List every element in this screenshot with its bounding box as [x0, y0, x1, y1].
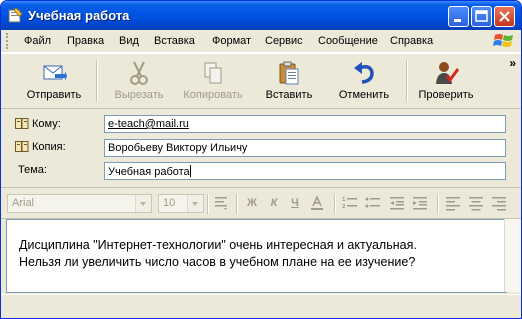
- italic-button[interactable]: К: [265, 195, 283, 211]
- window-title: Учебная работа: [28, 8, 130, 23]
- copy-button[interactable]: Копировать: [177, 58, 249, 104]
- address-book-icon: [15, 141, 29, 152]
- paste-button[interactable]: Вставить: [259, 58, 319, 104]
- decrease-indent-icon[interactable]: [388, 195, 406, 211]
- undo-icon: [354, 62, 374, 84]
- windows-logo-icon: [493, 34, 513, 47]
- menu-help[interactable]: Справка: [390, 35, 433, 47]
- toolbar-separator: [96, 60, 98, 102]
- align-right-icon[interactable]: [490, 195, 508, 211]
- numbered-list-icon[interactable]: 1 2: [341, 195, 359, 211]
- align-left-icon[interactable]: [444, 195, 462, 211]
- menu-format[interactable]: Формат: [212, 35, 251, 47]
- message-body[interactable]: Дисциплина "Интернет-технологии" очень и…: [6, 219, 507, 293]
- menu-tools[interactable]: Сервис: [265, 35, 303, 47]
- font-color-icon[interactable]: [308, 195, 326, 211]
- chevron-down-icon: [135, 195, 151, 212]
- address-book-icon: [15, 118, 29, 129]
- text-caret: [189, 165, 191, 177]
- subject-field[interactable]: Учебная работа: [104, 162, 506, 180]
- paragraph-style-icon[interactable]: [212, 195, 230, 211]
- format-separator: [437, 194, 439, 214]
- to-label-button[interactable]: Кому:: [15, 118, 61, 130]
- format-separator: [207, 194, 209, 214]
- bulleted-list-icon[interactable]: [364, 195, 382, 211]
- font-family-select[interactable]: Arial: [7, 194, 152, 213]
- menu-view[interactable]: Вид: [119, 35, 139, 47]
- toolbar-separator: [406, 60, 408, 102]
- minimize-button[interactable]: [448, 6, 469, 27]
- message-line-1: Дисциплина "Интернет-технологии" очень и…: [19, 238, 417, 252]
- spellcheck-button[interactable]: Проверить: [413, 58, 479, 104]
- align-center-icon[interactable]: [467, 195, 485, 211]
- close-button[interactable]: [494, 6, 515, 27]
- title-bar[interactable]: Учебная работа: [1, 1, 521, 30]
- spellcheck-icon: [436, 62, 459, 84]
- send-button[interactable]: Отправить: [19, 58, 89, 104]
- menu-edit[interactable]: Правка: [67, 35, 104, 47]
- paste-icon: [279, 61, 299, 85]
- message-body-text: Дисциплина "Интернет-технологии" очень и…: [19, 237, 417, 271]
- font-size-select[interactable]: 10: [158, 194, 204, 213]
- menu-insert[interactable]: Вставка: [154, 35, 195, 47]
- status-bar: [1, 294, 521, 318]
- send-icon: [43, 65, 67, 81]
- format-separator: [236, 194, 238, 214]
- underline-button[interactable]: Ч: [286, 195, 304, 211]
- main-toolbar: Отправить Вырезать Копировать Вставить О…: [1, 53, 521, 109]
- message-window: Учебная работа Файл Правка Вид Вставка Ф…: [0, 0, 522, 319]
- scissors-icon: [130, 61, 148, 85]
- menu-bar: Файл Правка Вид Вставка Формат Сервис Со…: [1, 30, 521, 53]
- close-icon: [499, 11, 510, 22]
- vertical-scrollbar[interactable]: [504, 219, 521, 292]
- to-field[interactable]: e-teach@mail.ru: [104, 115, 506, 133]
- chevron-down-icon: [187, 195, 203, 212]
- format-separator: [334, 194, 336, 214]
- cut-button[interactable]: Вырезать: [104, 58, 174, 104]
- copy-icon: [204, 62, 222, 84]
- minimize-icon: [454, 19, 461, 22]
- maximize-icon: [475, 10, 488, 22]
- increase-indent-icon[interactable]: [411, 195, 429, 211]
- subject-label: Тема:: [18, 164, 47, 176]
- menu-grip[interactable]: [6, 33, 11, 49]
- svg-text:1: 1: [342, 197, 346, 203]
- app-compose-icon: [8, 7, 23, 23]
- message-headers: Кому: e-teach@mail.ru Копия: Воробьеву В…: [1, 109, 521, 186]
- svg-text:2: 2: [342, 204, 346, 210]
- toolbar-overflow-chevron[interactable]: »: [509, 56, 516, 70]
- cc-label-button[interactable]: Копия:: [15, 141, 66, 153]
- menu-file[interactable]: Файл: [24, 35, 51, 47]
- undo-button[interactable]: Отменить: [334, 58, 394, 104]
- formatting-toolbar: Arial 10 Ж К Ч 1 2: [1, 187, 521, 219]
- cc-field[interactable]: Воробьеву Виктору Ильичу: [104, 139, 506, 157]
- bold-button[interactable]: Ж: [243, 195, 261, 211]
- menu-message[interactable]: Сообщение: [318, 35, 378, 47]
- message-line-2: Нельзя ли увеличить число часов в учебно…: [19, 255, 416, 269]
- maximize-button[interactable]: [471, 6, 492, 27]
